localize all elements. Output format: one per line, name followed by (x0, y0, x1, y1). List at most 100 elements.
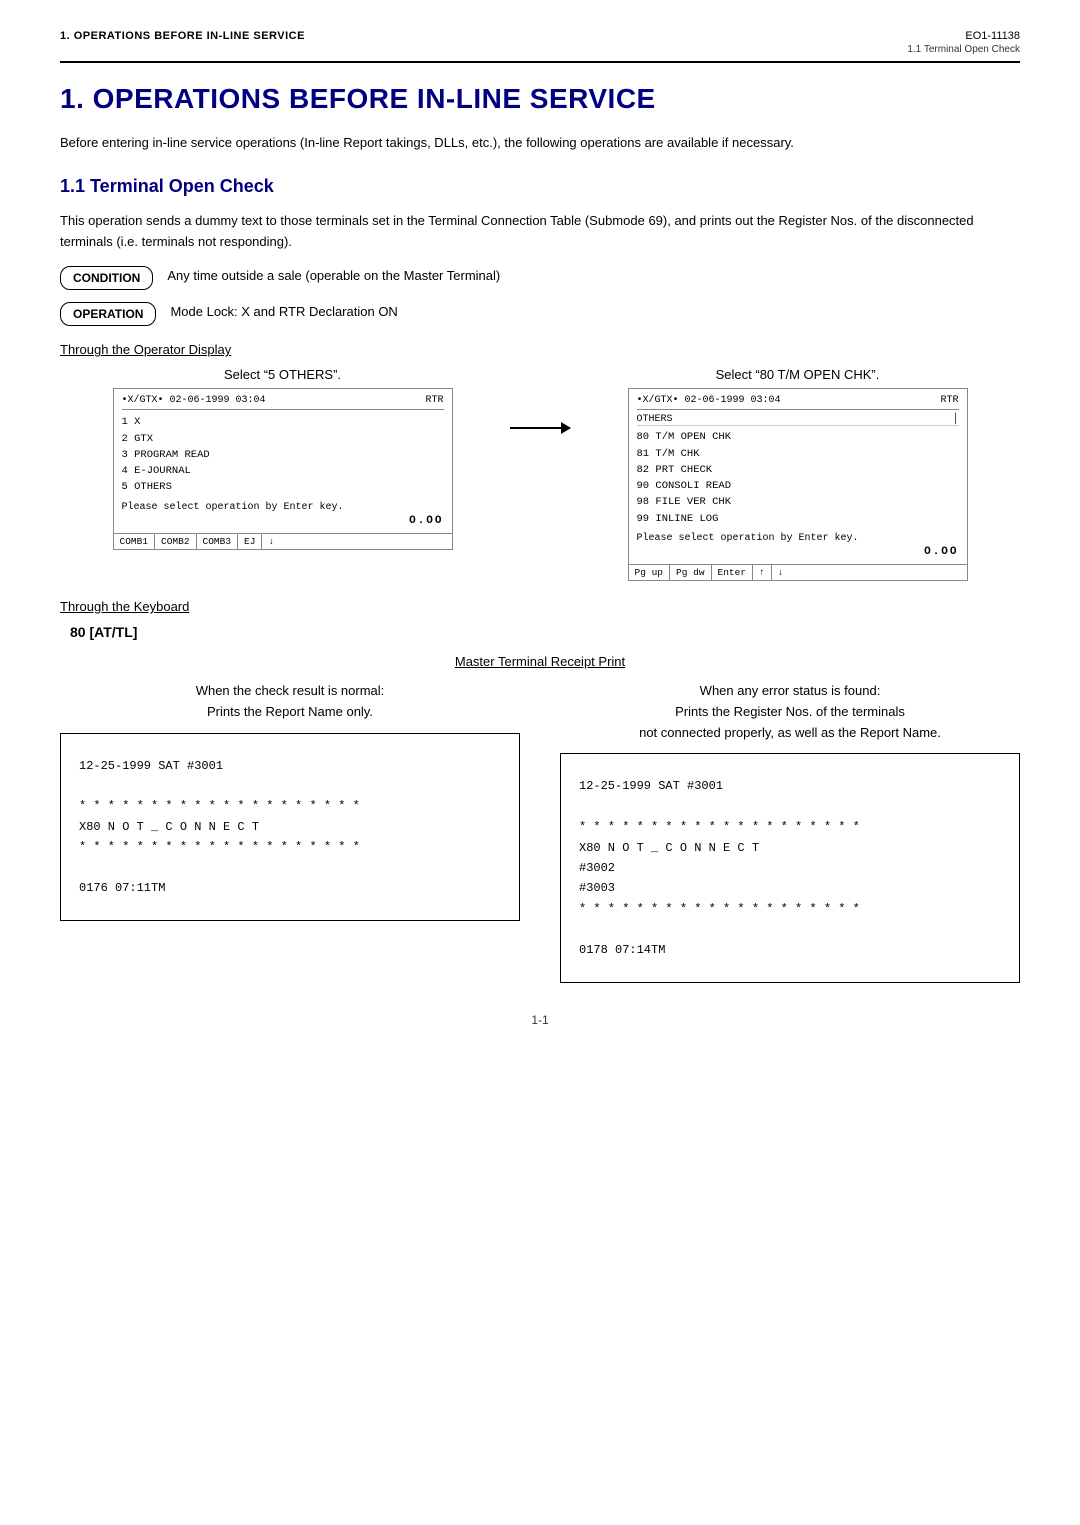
section-ref: 1.1 Terminal Open Check (907, 44, 1020, 55)
rl-4: * * * * * * * * * * * * * * * * * * * * (79, 837, 501, 857)
receipt-box-left: 12-25-1999 SAT #3001 * * * * * * * * * *… (60, 733, 520, 922)
screen-total-right: O.OO (637, 546, 959, 558)
intro-text: Before entering in-line service operatio… (60, 133, 1020, 154)
screen-footer-right: Please select operation by Enter key. O.… (637, 533, 959, 558)
rl-5 (79, 858, 501, 878)
menu-line-2: 3 PROGRAM READ (122, 447, 444, 463)
receipt-left-desc-1: When the check result is normal: (60, 681, 520, 702)
chapter-title-text: OPERATIONS BEFORE IN-LINE SERVICE (93, 83, 656, 114)
screen-header-right-rtr: RTR (940, 395, 958, 406)
keyboard-heading: Through the Keyboard (60, 599, 1020, 614)
rr-7 (579, 919, 1001, 939)
receipt-right-desc-2: Prints the Register Nos. of the terminal… (560, 702, 1020, 723)
condition-row: CONDITION Any time outside a sale (opera… (60, 266, 1020, 290)
screen-body-right: 80 T/M OPEN CHK 81 T/M CHK 82 PRT CHECK … (637, 429, 959, 527)
section-desc: This operation sends a dummy text to tho… (60, 211, 1020, 253)
btn-enter[interactable]: Enter (712, 565, 754, 580)
rl-1 (79, 776, 501, 796)
rr-8: 0178 07:14TM (579, 940, 1001, 960)
screens-row: Select “5 OTHERS”. •X/GTX• 02-06-1999 03… (60, 367, 1020, 581)
receipt-row: When the check result is normal: Prints … (60, 681, 1020, 983)
doc-number: EO1-11138 (907, 30, 1020, 42)
operator-display-heading: Through the Operator Display (60, 342, 1020, 357)
rr-5: #3003 (579, 878, 1001, 898)
scrollbar-indicator: │ (952, 414, 958, 425)
left-label: Select “5 OTHERS”. (224, 367, 341, 382)
keyboard-command: 80 [AT/TL] (70, 624, 1020, 640)
screen-footer-text-right: Please select operation by Enter key. (637, 533, 959, 544)
receipt-right-desc: When any error status is found: Prints t… (560, 681, 1020, 743)
screen-block-left: Select “5 OTHERS”. •X/GTX• 02-06-1999 03… (60, 367, 505, 549)
rr-2: * * * * * * * * * * * * * * * * * * * * (579, 817, 1001, 837)
screen-body-left: 1 X 2 GTX 3 PROGRAM READ 4 E-JOURNAL 5 O… (122, 414, 444, 495)
screen-footer-left: Please select operation by Enter key. O.… (122, 502, 444, 527)
btn-down[interactable]: ↓ (262, 534, 280, 549)
rmenu-line-2: 82 PRT CHECK (637, 462, 959, 478)
top-bar: 1. OPERATIONS BEFORE IN-LINE SERVICE EO1… (60, 30, 1020, 63)
rr-4: #3002 (579, 858, 1001, 878)
master-receipt-heading: Master Terminal Receipt Print (60, 654, 1020, 669)
page-footer: 1-1 (60, 1013, 1020, 1027)
btn-up[interactable]: ↑ (753, 565, 772, 580)
operation-badge: OPERATION (60, 302, 156, 326)
screen-header-left-rtr: RTR (425, 395, 443, 406)
section-1-1-title: 1.1 Terminal Open Check (60, 176, 1020, 197)
receipt-col-left: When the check result is normal: Prints … (60, 681, 520, 983)
chapter-number: 1. (60, 83, 84, 114)
screen-block-right: Select “80 T/M OPEN CHK”. •X/GTX• 02-06-… (575, 367, 1020, 581)
screen-header-right: •X/GTX• 02-06-1999 03:04 RTR (637, 395, 959, 410)
rmenu-line-0: 80 T/M OPEN CHK (637, 429, 959, 445)
rl-3: X80 N O T _ C O N N E C T (79, 817, 501, 837)
rmenu-line-4: 98 FILE VER CHK (637, 494, 959, 510)
screen-buttons-left: COMB1 COMB2 COMB3 EJ ↓ (113, 534, 453, 550)
menu-line-0: 1 X (122, 414, 444, 430)
receipt-right-desc-3: not connected properly, as well as the R… (560, 723, 1020, 744)
btn-comb2[interactable]: COMB2 (155, 534, 197, 549)
screen-total-left: O.OO (122, 515, 444, 527)
terminal-screen-right: •X/GTX• 02-06-1999 03:04 RTR OTHERS │ 80… (628, 388, 968, 565)
btn-pgup[interactable]: Pg up (629, 565, 671, 580)
rmenu-line-3: 90 CONSOLI READ (637, 478, 959, 494)
rr-1 (579, 797, 1001, 817)
operation-text: Mode Lock: X and RTR Declaration ON (170, 302, 397, 319)
operation-row: OPERATION Mode Lock: X and RTR Declarati… (60, 302, 1020, 326)
submenu-title: OTHERS (637, 414, 673, 425)
arrow-icon (510, 427, 570, 429)
header-left: 1. OPERATIONS BEFORE IN-LINE SERVICE (60, 30, 305, 42)
rr-3: X80 N O T _ C O N N E C T (579, 838, 1001, 858)
rl-0: 12-25-1999 SAT #3001 (79, 756, 501, 776)
rl-6: 0176 07:11TM (79, 878, 501, 898)
receipt-box-right: 12-25-1999 SAT #3001 * * * * * * * * * *… (560, 753, 1020, 983)
submenu-title-row: OTHERS │ (637, 414, 959, 426)
screen-header-left-title: •X/GTX• 02-06-1999 03:04 (122, 395, 266, 406)
right-label: Select “80 T/M OPEN CHK”. (716, 367, 880, 382)
header-right: EO1-11138 1.1 Terminal Open Check (907, 30, 1020, 55)
rmenu-line-1: 81 T/M CHK (637, 446, 959, 462)
receipt-left-desc-2: Prints the Report Name only. (60, 702, 520, 723)
receipt-col-right: When any error status is found: Prints t… (560, 681, 1020, 983)
menu-line-4: 5 OTHERS (122, 479, 444, 495)
chapter-title: 1. OPERATIONS BEFORE IN-LINE SERVICE (60, 83, 1020, 115)
screen-footer-text-left: Please select operation by Enter key. (122, 502, 444, 513)
page-wrapper: 1. OPERATIONS BEFORE IN-LINE SERVICE EO1… (0, 0, 1080, 1525)
condition-text: Any time outside a sale (operable on the… (167, 266, 500, 283)
rr-6: * * * * * * * * * * * * * * * * * * * * (579, 899, 1001, 919)
btn-rdown[interactable]: ↓ (772, 565, 790, 580)
receipt-left-desc: When the check result is normal: Prints … (60, 681, 520, 723)
arrow-block (505, 367, 575, 429)
btn-pgdw[interactable]: Pg dw (670, 565, 712, 580)
menu-line-1: 2 GTX (122, 431, 444, 447)
condition-badge: CONDITION (60, 266, 153, 290)
screen-buttons-right: Pg up Pg dw Enter ↑ ↓ (628, 565, 968, 581)
btn-comb1[interactable]: COMB1 (114, 534, 156, 549)
receipt-right-desc-1: When any error status is found: (560, 681, 1020, 702)
rmenu-line-5: 99 INLINE LOG (637, 511, 959, 527)
btn-comb3[interactable]: COMB3 (197, 534, 239, 549)
rl-2: * * * * * * * * * * * * * * * * * * * * (79, 796, 501, 816)
btn-ej[interactable]: EJ (238, 534, 262, 549)
terminal-screen-left: •X/GTX• 02-06-1999 03:04 RTR 1 X 2 GTX 3… (113, 388, 453, 533)
menu-line-3: 4 E-JOURNAL (122, 463, 444, 479)
rr-0: 12-25-1999 SAT #3001 (579, 776, 1001, 796)
screen-header-left: •X/GTX• 02-06-1999 03:04 RTR (122, 395, 444, 410)
screen-header-right-title: •X/GTX• 02-06-1999 03:04 (637, 395, 781, 406)
